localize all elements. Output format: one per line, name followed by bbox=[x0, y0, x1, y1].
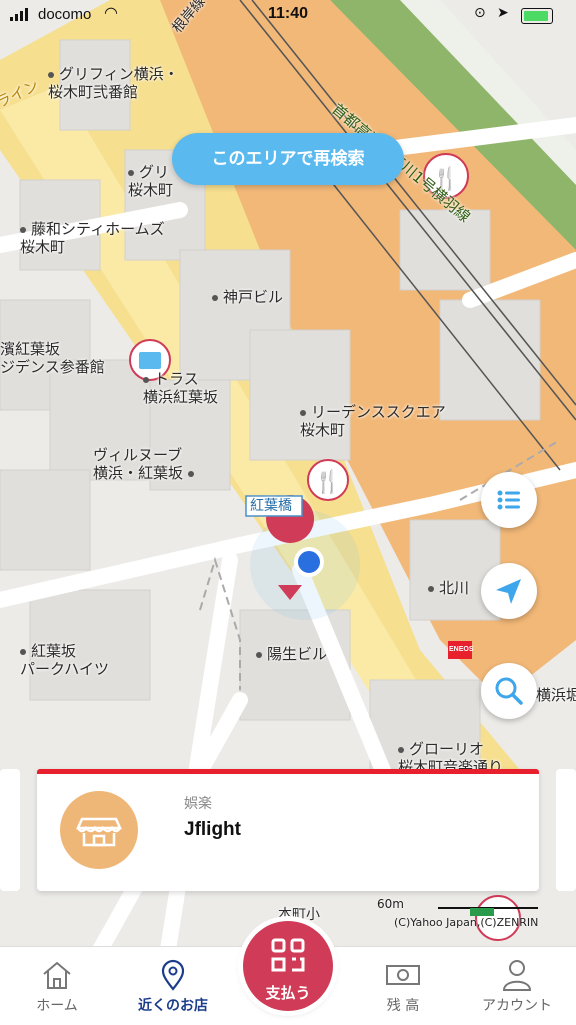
map-attribution: (C)Yahoo Japan,(C)ZENRIN bbox=[394, 916, 539, 929]
map-label: 横浜堀 bbox=[536, 686, 576, 704]
navigation-arrow-icon bbox=[496, 579, 521, 604]
map-scale: 60m bbox=[377, 897, 404, 911]
location-arrow-icon: ➤ bbox=[497, 5, 509, 21]
eneos-label: ENEOS bbox=[449, 646, 474, 653]
map-label: トラス 横浜紅葉坂 bbox=[143, 370, 219, 406]
pay-button[interactable]: 支払う bbox=[243, 921, 333, 1011]
status-bar: docomo ◠ 11:40 ⊙ ➤ bbox=[0, 0, 576, 30]
tab-nearby-shops[interactable]: 近くのお店 bbox=[118, 947, 228, 1025]
tab-account[interactable]: アカウント bbox=[462, 947, 572, 1025]
money-bill-icon bbox=[386, 965, 420, 985]
map-label: 藤和シティホームズ 桜木町 bbox=[20, 220, 165, 256]
shop-category-icon bbox=[60, 791, 138, 869]
map-label: 紅葉坂 パークハイツ bbox=[20, 642, 109, 678]
clock: 11:40 bbox=[267, 5, 309, 22]
home-icon bbox=[43, 961, 71, 989]
svg-text:🍴: 🍴 bbox=[314, 469, 341, 495]
tab-home[interactable]: ホーム bbox=[2, 947, 112, 1025]
map-label: ヴィルヌーブ 横浜・紅葉坂 bbox=[93, 446, 199, 482]
search-icon bbox=[495, 677, 523, 705]
tab-label: 近くのお店 bbox=[138, 998, 208, 1014]
tab-label: 残 高 bbox=[386, 998, 420, 1014]
station-label: 紅葉橋 bbox=[250, 498, 292, 514]
map-label: グリ 桜木町 bbox=[128, 163, 174, 199]
location-pin-icon bbox=[161, 959, 185, 991]
map-label: 陽生ビル bbox=[256, 645, 327, 663]
map-label: グリフィン横浜・ 桜木町弐番館 bbox=[48, 65, 179, 101]
current-location-button[interactable] bbox=[481, 563, 537, 619]
card-accent-bar bbox=[37, 769, 539, 774]
user-icon bbox=[502, 960, 532, 991]
battery-icon bbox=[521, 8, 553, 24]
list-view-button[interactable] bbox=[481, 472, 537, 528]
shop-card[interactable]: 娯楽 Jflight bbox=[37, 769, 539, 891]
next-shop-card[interactable] bbox=[556, 769, 576, 891]
map-label: リーデンススクエア 桜木町 bbox=[300, 403, 446, 439]
lock-rotation-icon: ⊙ bbox=[474, 5, 486, 21]
map-label: 北川 bbox=[428, 579, 469, 597]
qr-code-icon bbox=[271, 938, 305, 972]
shop-category: 娯楽 bbox=[184, 796, 212, 812]
search-button[interactable] bbox=[481, 663, 537, 719]
shop-name: Jflight bbox=[184, 819, 241, 840]
map-label: 濱紅葉坂 ジデンス参番館 bbox=[0, 340, 105, 376]
tab-balance[interactable]: 残 高 bbox=[348, 947, 458, 1025]
tab-label: ホーム bbox=[36, 998, 78, 1014]
prev-shop-card[interactable] bbox=[0, 769, 20, 891]
pay-label: 支払う bbox=[265, 984, 311, 1002]
map-label: 神戸ビル bbox=[212, 288, 283, 306]
tab-label: アカウント bbox=[482, 998, 552, 1014]
research-area-button[interactable]: このエリアで再検索 bbox=[172, 133, 404, 185]
list-icon bbox=[497, 490, 520, 510]
